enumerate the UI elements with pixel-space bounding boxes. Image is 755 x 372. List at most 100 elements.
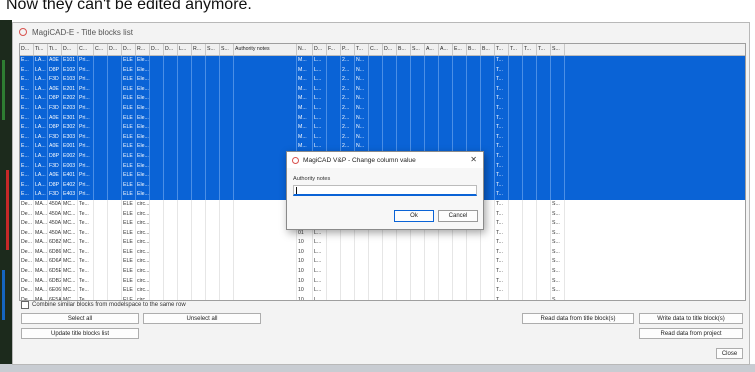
column-header[interactable]: R...: [192, 44, 206, 55]
column-header[interactable]: B...: [467, 44, 481, 55]
table-cell: [108, 276, 122, 287]
table-row[interactable]: De... MA... 6D86 MC... Te... ELE circ... 10 L...…: [20, 247, 745, 258]
column-header[interactable]: E...: [453, 44, 467, 55]
column-header[interactable]: D...: [150, 44, 164, 55]
table-row[interactable]: De... MA... 6D5E MC... Te... ELE circ... 10 L...…: [20, 267, 745, 277]
table-row[interactable]: De... MA... 6D6A MC... Te... ELE circ... 10 L...…: [20, 257, 745, 268]
column-header[interactable]: C...: [94, 44, 108, 55]
table-cell: M...: [297, 132, 313, 143]
table-cell: [108, 286, 122, 296]
column-header[interactable]: D...: [20, 44, 34, 55]
table-cell: [150, 161, 164, 172]
column-header[interactable]: Ti...: [34, 44, 48, 55]
table-cell: [425, 267, 439, 277]
column-header[interactable]: Ti...: [48, 44, 62, 55]
table-row[interactable]: De... MA... 450A MC... Te... ELE circ... 01 L...…: [20, 228, 745, 239]
table-cell: [369, 132, 383, 143]
table-row[interactable]: E... LA... A0E E101 Pri... ELE Ele... M... L... 2…: [20, 56, 745, 66]
table-cell: MC...: [62, 238, 78, 248]
ok-button[interactable]: Ok: [394, 210, 434, 222]
column-header[interactable]: S...: [206, 44, 220, 55]
combine-checkbox[interactable]: [21, 301, 29, 309]
cancel-button[interactable]: Cancel: [438, 210, 478, 222]
table-row[interactable]: E... LA... A0E E201 Pri... ELE Ele... M... L... 2…: [20, 84, 745, 95]
table-cell: Pri...: [78, 113, 94, 124]
table-header-row[interactable]: D... Ti... Ti... D... C... C... D... D... R... D.…: [20, 44, 745, 56]
combine-option[interactable]: Combine similar blocks from modelspace t…: [21, 301, 186, 309]
column-header[interactable]: D...: [108, 44, 122, 55]
table-row[interactable]: E... LA... F3D E303 Pri... ELE Ele... M... L... 2…: [20, 132, 745, 143]
table-row[interactable]: E... LA... D8P E102 Pri... ELE Ele... M... L... 2…: [20, 65, 745, 76]
table-row[interactable]: E... LA... D8P E202 Pri... ELE Ele... M... L... 2…: [20, 94, 745, 104]
read-from-project-button[interactable]: Read data from project: [639, 328, 743, 339]
column-header[interactable]: C...: [78, 44, 94, 55]
table-cell: Ele...: [136, 75, 150, 85]
column-header[interactable]: A...: [425, 44, 439, 55]
column-header[interactable]: T...: [509, 44, 523, 55]
column-header[interactable]: P...: [341, 44, 355, 55]
table-cell: ELE: [122, 132, 136, 143]
table-cell: [551, 142, 565, 152]
column-header[interactable]: D...: [122, 44, 136, 55]
column-header[interactable]: Authority notes: [234, 44, 297, 55]
table-cell: Ele...: [136, 113, 150, 124]
column-header[interactable]: N...: [297, 44, 313, 55]
column-header[interactable]: R...: [136, 44, 150, 55]
update-list-button[interactable]: Update title blocks list: [21, 328, 139, 339]
table-cell: [192, 190, 206, 200]
table-cell: [206, 238, 220, 248]
table-row[interactable]: E... LA... D8P E302 Pri... ELE Ele... M... L... 2…: [20, 123, 745, 133]
table-row[interactable]: E... LA... F3D E103 Pri... ELE Ele... M... L... 2…: [20, 75, 745, 85]
table-cell: [206, 247, 220, 258]
table-cell: [383, 267, 397, 277]
column-header[interactable]: D...: [313, 44, 327, 55]
column-header[interactable]: A...: [439, 44, 453, 55]
table-cell: [453, 75, 467, 85]
table-cell: [425, 286, 439, 296]
table-row[interactable]: De... MA... 6D8Z MC... Te... ELE circ... 10 L...…: [20, 238, 745, 248]
column-header[interactable]: S...: [220, 44, 234, 55]
table-cell: [537, 151, 551, 162]
table-row[interactable]: E... LA... F3D E203 Pri... ELE Ele... M... L... 2…: [20, 103, 745, 114]
table-cell: T...: [495, 209, 509, 220]
table-cell: [439, 286, 453, 296]
column-header[interactable]: D...: [164, 44, 178, 55]
table-cell: [206, 276, 220, 287]
table-row[interactable]: E... LA... A0E E301 Pri... ELE Ele... M... L... 2…: [20, 113, 745, 124]
close-icon[interactable]: ✕: [470, 155, 477, 164]
table-cell: [425, 247, 439, 258]
column-header[interactable]: D...: [62, 44, 78, 55]
column-header[interactable]: L...: [178, 44, 192, 55]
column-header[interactable]: S...: [551, 44, 565, 55]
unselect-all-button[interactable]: Unselect all: [143, 313, 261, 324]
table-cell: [523, 238, 537, 248]
read-from-block-button[interactable]: Read data from title block(s): [522, 313, 634, 324]
table-cell: [220, 151, 234, 162]
column-header[interactable]: D...: [383, 44, 397, 55]
table-cell: [509, 103, 523, 114]
column-header[interactable]: T...: [495, 44, 509, 55]
column-header[interactable]: B...: [481, 44, 495, 55]
table-row[interactable]: De... MA... 6DB2 MC... Te... ELE circ... 10 L...…: [20, 276, 745, 287]
column-header[interactable]: T...: [355, 44, 369, 55]
table-cell: [94, 84, 108, 95]
write-to-block-button[interactable]: Write data to title block(s): [639, 313, 743, 324]
table-cell: [439, 94, 453, 104]
select-all-button[interactable]: Select all: [21, 313, 139, 324]
table-cell: 2...: [341, 84, 355, 95]
table-cell: [467, 286, 481, 296]
table-cell: T...: [495, 190, 509, 200]
column-header[interactable]: S...: [411, 44, 425, 55]
column-header[interactable]: F...: [327, 44, 341, 55]
column-header[interactable]: B...: [397, 44, 411, 55]
table-cell: [453, 247, 467, 258]
table-cell: [467, 56, 481, 66]
table-cell: [341, 295, 355, 300]
table-cell: [178, 219, 192, 229]
column-header[interactable]: C...: [369, 44, 383, 55]
authority-notes-input[interactable]: [293, 185, 477, 196]
close-button[interactable]: Close: [716, 348, 743, 359]
column-header[interactable]: T...: [537, 44, 551, 55]
table-row[interactable]: De... MA... 6E06 MC... Te... ELE circ... 10 L...…: [20, 286, 745, 296]
column-header[interactable]: T...: [523, 44, 537, 55]
